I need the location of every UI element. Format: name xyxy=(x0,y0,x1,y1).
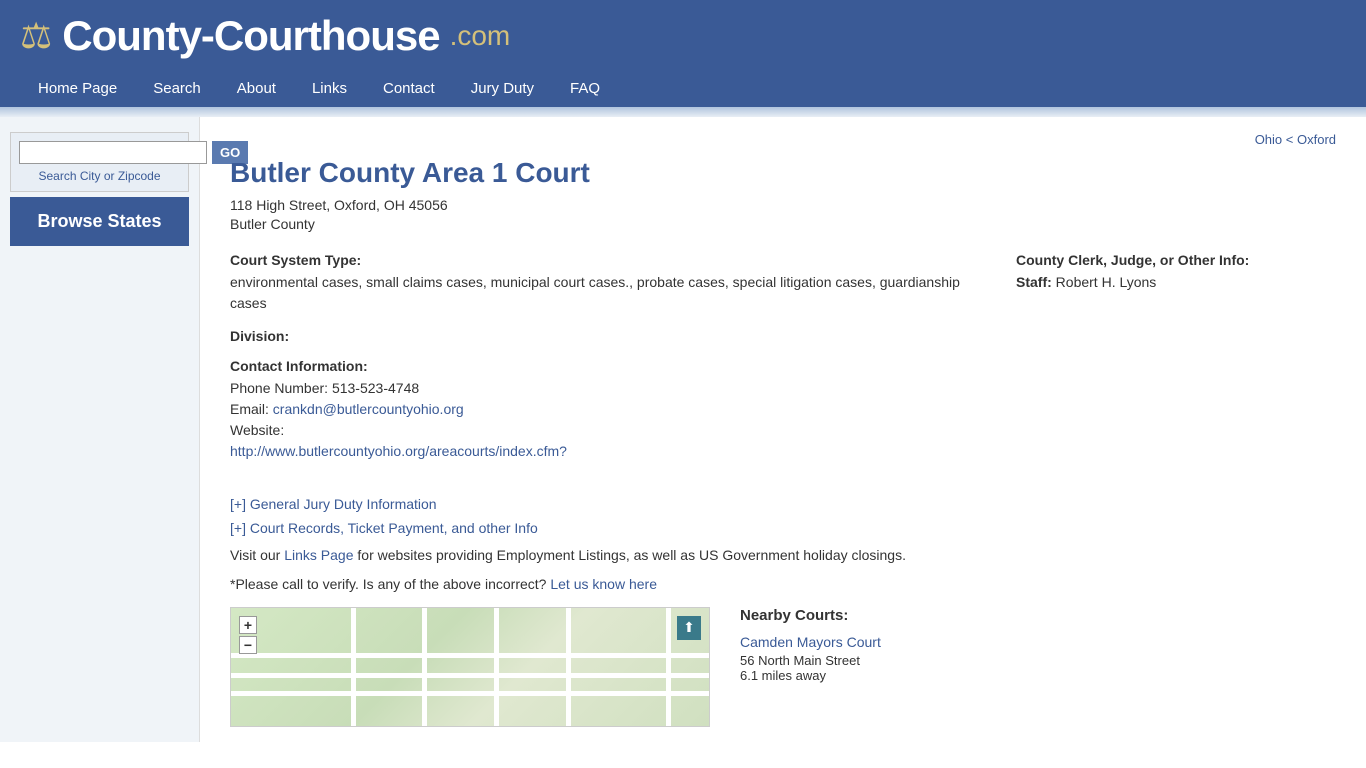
nav-item-jury-duty[interactable]: Jury Duty xyxy=(453,70,552,107)
nearby-courts: Nearby Courts: Camden Mayors Court 56 No… xyxy=(740,607,1336,727)
visit-suffix: for websites providing Employment Listin… xyxy=(354,547,906,563)
map-road xyxy=(231,673,709,678)
site-logo: ⚖ County-Courthouse .com xyxy=(20,12,510,60)
court-info-right: County Clerk, Judge, or Other Info: Staf… xyxy=(1016,252,1336,476)
county-clerk-label: County Clerk, Judge, or Other Info: xyxy=(1016,252,1336,268)
nav-item-faq[interactable]: FAQ xyxy=(552,70,618,107)
staff-label: Staff: xyxy=(1016,274,1056,290)
site-title-main: County-Courthouse xyxy=(62,12,439,60)
scales-icon: ⚖ xyxy=(20,15,52,57)
map-road xyxy=(351,608,356,726)
email-label: Email: xyxy=(230,401,273,417)
phone-label: Phone Number: xyxy=(230,380,332,396)
breadcrumb-city[interactable]: Oxford xyxy=(1297,132,1336,147)
nav-item-contact[interactable]: Contact xyxy=(365,70,453,107)
jury-duty-link[interactable]: [+] General Jury Duty Information xyxy=(230,496,1336,512)
nav-item-links[interactable]: Links xyxy=(294,70,365,107)
content-area: Ohio < Oxford Butler County Area 1 Court… xyxy=(200,117,1366,742)
map-road xyxy=(666,608,671,726)
court-system-type-label: Court System Type: xyxy=(230,252,976,268)
map-zoom-plus-button[interactable]: + xyxy=(239,616,257,634)
main-nav: Home PageSearchAboutLinksContactJury Dut… xyxy=(20,70,1346,107)
map-zoom-minus-button[interactable]: − xyxy=(239,636,257,654)
links-page-link[interactable]: Links Page xyxy=(284,547,353,563)
nearby-court-distance: 6.1 miles away xyxy=(740,668,1336,683)
search-box-area: GO Search City or Zipcode xyxy=(10,132,189,192)
bottom-section: + − ⬆ Nearby Courts: Camden Mayors Court… xyxy=(230,607,1336,727)
nearby-court-address: 56 North Main Street xyxy=(740,653,1336,668)
map-road xyxy=(422,608,427,726)
nearby-court-item: Camden Mayors Court 56 North Main Street… xyxy=(740,634,1336,683)
breadcrumb-separator: < xyxy=(1282,132,1297,147)
visit-prefix: Visit our xyxy=(230,547,284,563)
map-road xyxy=(494,608,499,726)
court-address: 118 High Street, Oxford, OH 45056 xyxy=(230,197,1336,213)
visit-text: Visit our Links Page for websites provid… xyxy=(230,544,1336,566)
court-info-left: Court System Type: environmental cases, … xyxy=(230,252,976,476)
staff-info: Staff: Robert H. Lyons xyxy=(1016,272,1336,293)
nav-item-home[interactable]: Home Page xyxy=(20,70,135,107)
website-link[interactable]: http://www.butlercountyohio.org/areacour… xyxy=(230,443,567,459)
search-input[interactable] xyxy=(19,141,207,164)
court-info-grid: Court System Type: environmental cases, … xyxy=(230,252,1336,476)
verify-text: *Please call to verify. Is any of the ab… xyxy=(230,576,1336,592)
map-road xyxy=(566,608,571,726)
website-label: Website: xyxy=(230,422,284,438)
main-layout: GO Search City or Zipcode Browse States … xyxy=(0,117,1366,742)
court-system-type-value: environmental cases, small claims cases,… xyxy=(230,272,976,314)
nearby-courts-title: Nearby Courts: xyxy=(740,607,1336,624)
sidebar: GO Search City or Zipcode Browse States xyxy=(0,117,200,742)
site-title-com: .com xyxy=(450,20,511,52)
nav-item-about[interactable]: About xyxy=(219,70,294,107)
map-road xyxy=(231,653,709,658)
let-us-know-link[interactable]: Let us know here xyxy=(550,576,657,592)
email-link[interactable]: crankdn@butlercountyohio.org xyxy=(273,401,464,417)
court-county: Butler County xyxy=(230,216,1336,232)
site-header: ⚖ County-Courthouse .com Home PageSearchA… xyxy=(0,0,1366,107)
phone-value: 513-523-4748 xyxy=(332,380,419,396)
court-title: Butler County Area 1 Court xyxy=(230,157,1336,189)
contact-label: Contact Information: xyxy=(230,358,976,374)
search-input-row: GO xyxy=(19,141,180,164)
records-link[interactable]: [+] Court Records, Ticket Payment, and o… xyxy=(230,520,1336,536)
header-top: ⚖ County-Courthouse .com xyxy=(20,12,1346,70)
browse-states-button[interactable]: Browse States xyxy=(10,197,189,246)
staff-value: Robert H. Lyons xyxy=(1056,274,1157,290)
search-label: Search City or Zipcode xyxy=(19,169,180,183)
nearby-court-name-link[interactable]: Camden Mayors Court xyxy=(740,634,1336,650)
verify-prefix: *Please call to verify. Is any of the ab… xyxy=(230,576,550,592)
map-share-icon[interactable]: ⬆ xyxy=(677,616,701,640)
phone-info: Phone Number: 513-523-4748 Email: crankd… xyxy=(230,378,976,462)
sub-header xyxy=(0,107,1366,117)
nav-item-search[interactable]: Search xyxy=(135,70,219,107)
map-area: + − ⬆ xyxy=(230,607,710,727)
breadcrumb-state[interactable]: Ohio xyxy=(1255,132,1282,147)
map-placeholder xyxy=(231,608,709,726)
map-road xyxy=(231,691,709,696)
breadcrumb: Ohio < Oxford xyxy=(230,132,1336,147)
division-label: Division: xyxy=(230,328,976,344)
